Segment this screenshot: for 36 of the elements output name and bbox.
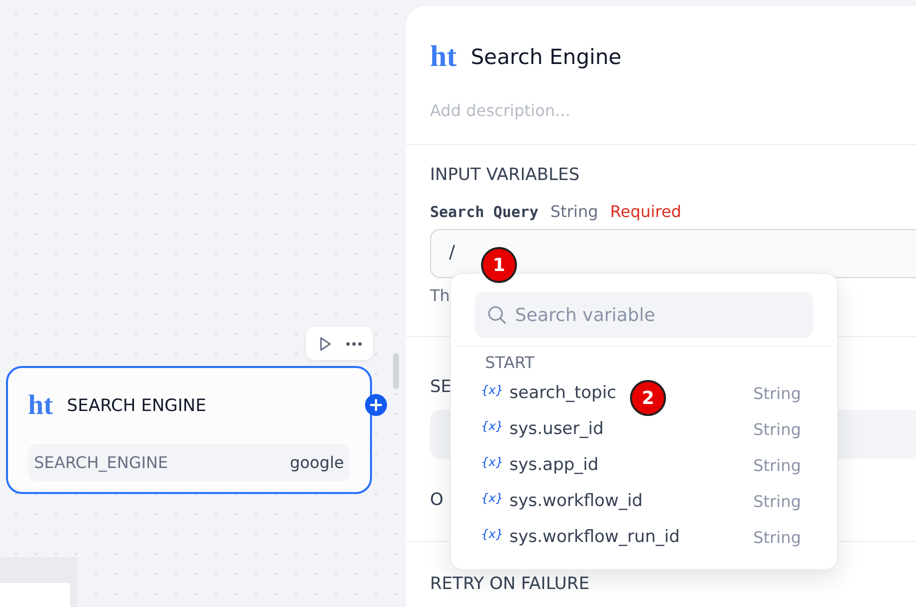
variable-type: String <box>550 202 598 221</box>
variable-type: String <box>753 456 801 474</box>
group-label: START <box>457 346 831 375</box>
search-icon <box>487 305 507 325</box>
variable-icon: {x} <box>481 419 504 433</box>
variable-name[interactable]: sys.workflow_id <box>509 491 643 511</box>
variable-icon: {x} <box>481 455 504 469</box>
add-node-icon[interactable] <box>365 394 387 416</box>
scrollbar-thumb[interactable] <box>393 353 399 389</box>
panel-title: Search Engine <box>470 45 622 69</box>
variable-type: String <box>753 492 801 510</box>
section-title: SE <box>430 377 452 399</box>
node-logo: ht <box>28 392 53 420</box>
search-variable-field[interactable]: Search variable <box>475 292 813 338</box>
param-name: SEARCH_ENGINE <box>34 453 168 472</box>
description-field[interactable]: Add description... <box>430 98 730 122</box>
variable-icon: {x} <box>481 527 504 541</box>
section-title: O <box>430 490 444 512</box>
variable-type: String <box>753 528 801 546</box>
variable-type: String <box>753 420 801 438</box>
variable-name[interactable]: sys.workflow_run_id <box>509 527 680 547</box>
param-value: google <box>290 453 344 472</box>
variable-label: Search Query <box>430 203 538 221</box>
help-text: Th <box>430 286 451 306</box>
variable-name[interactable]: sys.user_id <box>509 419 604 439</box>
variable-name[interactable]: sys.app_id <box>509 455 599 475</box>
node-title: SEARCH ENGINE <box>66 396 206 416</box>
variable-icon: {x} <box>481 383 504 397</box>
variable-icon: {x} <box>481 491 504 505</box>
required-label: Required <box>610 202 682 221</box>
variable-type: String <box>753 384 801 402</box>
panel-logo: ht <box>430 42 457 72</box>
section-title: RETRY ON FAILURE <box>430 574 590 596</box>
variable-name[interactable]: search_topic <box>509 383 616 403</box>
workflow-node[interactable]: ht SEARCH ENGINE SEARCH_ENGINE google <box>6 366 372 494</box>
section-title: INPUT VARIABLES <box>430 165 580 187</box>
